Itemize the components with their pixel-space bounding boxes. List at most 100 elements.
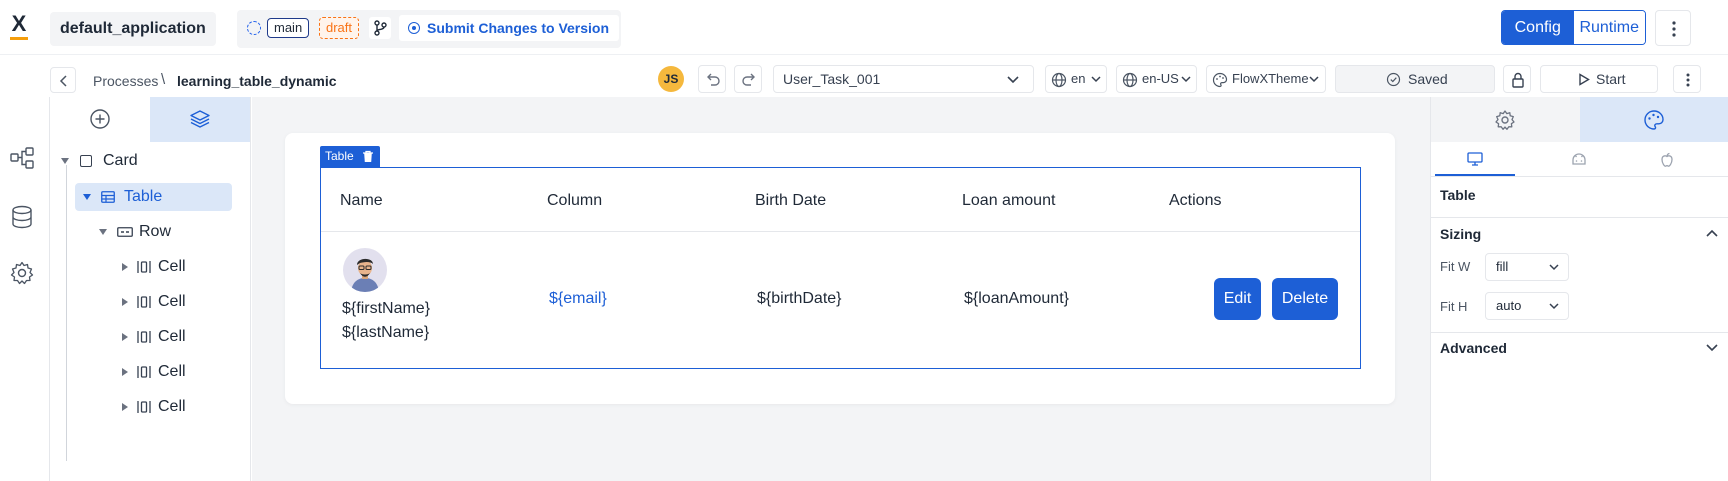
top-bar: X default_application main draft Submit … (0, 0, 1728, 55)
tree-node-table[interactable]: Table (75, 183, 232, 211)
caret-right-icon[interactable] (122, 368, 128, 376)
chevron-down-icon (1706, 344, 1718, 352)
tree-node-row[interactable]: Row (96, 218, 236, 246)
table-component[interactable]: Name Column Birth Date Loan amount Actio… (320, 167, 1361, 369)
fit-w-select[interactable]: fill (1485, 253, 1569, 281)
tree-node-cell[interactable]: Cell (118, 323, 238, 351)
tab-settings[interactable] (1431, 97, 1580, 142)
start-process-button[interactable]: Start (1540, 65, 1658, 93)
undo-button[interactable] (698, 65, 726, 93)
avatar (343, 248, 387, 292)
locale-select[interactable]: en-US (1116, 65, 1197, 93)
undo-icon (707, 73, 720, 86)
tree-node-label: Card (103, 152, 138, 169)
tab-platform-android[interactable] (1539, 142, 1619, 176)
fit-w-label: Fit W (1440, 259, 1471, 274)
monitor-icon (1467, 152, 1483, 166)
advanced-section-title[interactable]: Advanced (1440, 340, 1507, 356)
save-status-label: Saved (1408, 71, 1448, 87)
cell-last-name: ${lastName} (342, 324, 430, 341)
breadcrumb-separator: \ (161, 71, 166, 88)
caret-down-icon[interactable] (61, 158, 69, 164)
caret-right-icon[interactable] (122, 298, 128, 306)
draft-tag: draft (319, 17, 360, 39)
check-circle-icon (1386, 72, 1401, 87)
tree-guide-line (66, 165, 67, 461)
more-vertical-icon (1686, 73, 1690, 87)
caret-down-icon[interactable] (99, 229, 107, 235)
chevron-down-icon (1181, 76, 1191, 83)
version-status-icon (247, 21, 261, 35)
selected-component-tag[interactable]: Table (320, 146, 380, 167)
caret-down-icon[interactable] (83, 194, 91, 200)
tree-node-card[interactable]: Card (56, 147, 236, 175)
more-menu-button[interactable] (1655, 10, 1691, 46)
delete-button[interactable]: Delete (1272, 278, 1338, 320)
node-select[interactable]: User_Task_001 (773, 65, 1034, 93)
component-title: Table (1440, 187, 1476, 203)
theme-select[interactable]: FlowXTheme (1206, 65, 1326, 93)
logo-underline (10, 37, 28, 40)
fit-h-value: auto (1496, 298, 1522, 313)
caret-right-icon[interactable] (122, 263, 128, 271)
save-status: Saved (1335, 65, 1495, 93)
branch-icon[interactable] (369, 17, 391, 39)
properties-panel: Table Sizing Fit W fill Fit H auto Advan… (1430, 97, 1728, 481)
submit-icon (408, 22, 420, 34)
process-flow-icon[interactable] (9, 145, 35, 171)
card-icon (80, 155, 92, 167)
tab-styling[interactable] (1580, 97, 1728, 142)
column-header-name: Name (340, 192, 383, 209)
chevron-up-icon (1706, 229, 1718, 237)
tree-node-label: Cell (158, 363, 186, 380)
tab-layers[interactable] (150, 97, 250, 142)
config-mode-button[interactable]: Config (1502, 11, 1574, 44)
version-bar: main draft Submit Changes to Version (237, 10, 621, 48)
process-more-button[interactable] (1673, 65, 1701, 93)
user-avatar[interactable]: JS (658, 66, 684, 92)
tree-node-cell[interactable]: Cell (118, 253, 238, 281)
sizing-section-title[interactable]: Sizing (1440, 226, 1481, 242)
node-select-value: User_Task_001 (783, 71, 881, 87)
redo-button[interactable] (734, 65, 762, 93)
tree-node-cell[interactable]: Cell (118, 358, 238, 386)
language-select[interactable]: en (1045, 65, 1107, 93)
caret-right-icon[interactable] (122, 403, 128, 411)
cell-email-link[interactable]: ${email} (549, 290, 607, 308)
process-toolbar: Processes \ learning_table_dynamic JS Us… (0, 56, 1728, 97)
cell-icon (137, 296, 151, 308)
lock-button[interactable] (1503, 65, 1531, 93)
runtime-mode-button[interactable]: Runtime (1573, 11, 1645, 44)
settings-icon[interactable] (9, 260, 35, 286)
cell-first-name: ${firstName} (342, 300, 431, 317)
tab-platform-ios[interactable] (1627, 142, 1707, 176)
cell-icon (137, 401, 151, 413)
breadcrumb-processes[interactable]: Processes (93, 73, 158, 89)
selected-component-label: Table (325, 149, 354, 163)
trash-icon (362, 150, 373, 162)
fit-h-select[interactable]: auto (1485, 292, 1569, 320)
layers-icon (190, 110, 210, 128)
flowx-logo[interactable]: X (8, 13, 30, 43)
tab-platform-web[interactable] (1435, 142, 1515, 176)
properties-tabs (1431, 97, 1728, 142)
column-header-loan-amount: Loan amount (962, 192, 1056, 209)
chevron-down-icon (1549, 303, 1559, 310)
back-button[interactable] (50, 67, 76, 93)
cell-icon (137, 366, 151, 378)
table-icon (101, 191, 115, 203)
apple-icon (1661, 152, 1673, 167)
component-tree-panel: Card Table Row Cell Cell Cell Cell Cell (50, 97, 251, 481)
edit-button[interactable]: Edit (1214, 278, 1261, 320)
database-icon[interactable] (9, 204, 35, 230)
cell-icon (137, 261, 151, 273)
app-name[interactable]: default_application (50, 12, 216, 46)
submit-changes-button[interactable]: Submit Changes to Version (399, 15, 620, 41)
chevron-down-icon (1309, 76, 1319, 83)
header-divider (321, 231, 1360, 232)
row-icon (117, 227, 133, 237)
caret-right-icon[interactable] (122, 333, 128, 341)
tree-node-cell[interactable]: Cell (118, 288, 238, 316)
tree-node-cell[interactable]: Cell (118, 393, 238, 421)
tab-add-component[interactable] (50, 97, 150, 142)
